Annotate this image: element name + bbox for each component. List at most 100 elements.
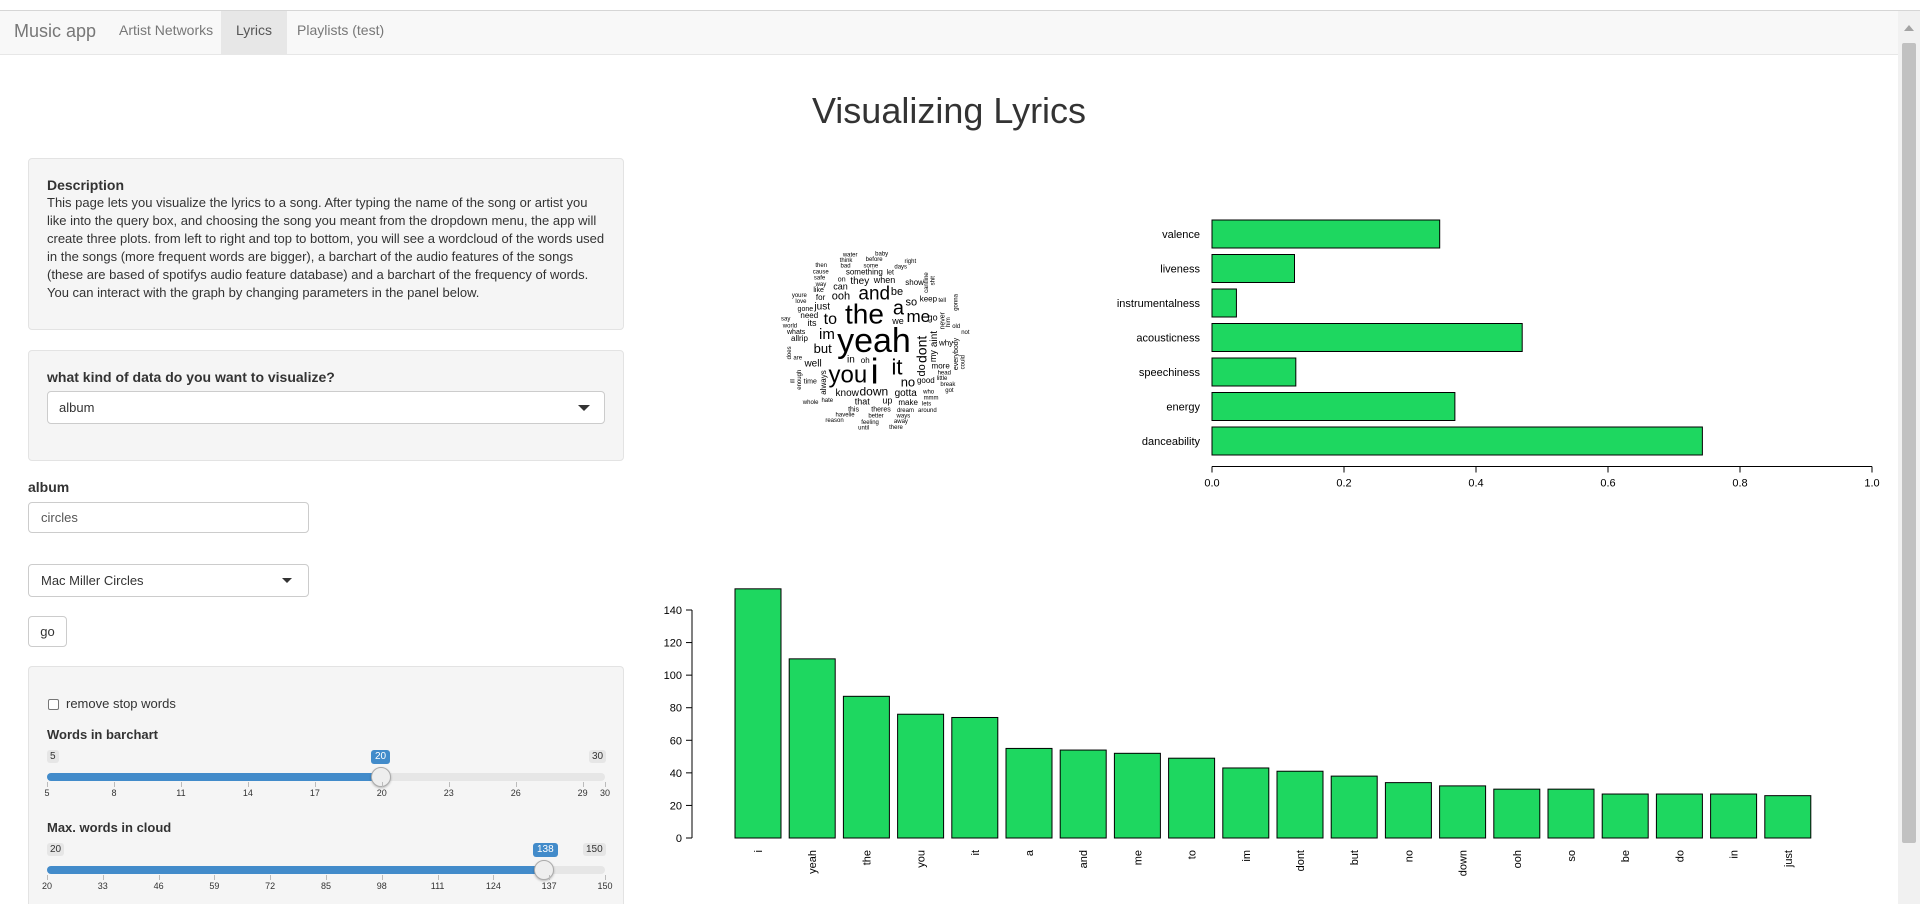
- wordcloud-word: why: [938, 339, 953, 348]
- wordcloud-word: whole: [802, 400, 819, 406]
- slider-tick-mark: [113, 782, 115, 787]
- freq-x-label: im: [1241, 850, 1253, 862]
- freq-y-tick-label: 80: [670, 703, 682, 715]
- slider-tick-mark: [381, 875, 383, 880]
- wordcloud-word: so: [905, 297, 917, 309]
- album-input[interactable]: circles: [28, 502, 309, 533]
- slider-tick-label: 72: [265, 881, 276, 891]
- words-barchart-fill: [47, 773, 382, 781]
- words-cloud-label: Max. words in cloud: [47, 820, 172, 835]
- wordcloud-word: then: [815, 263, 827, 269]
- words-barchart-max: 30: [589, 750, 607, 763]
- page-scrollbar[interactable]: [1898, 11, 1920, 904]
- wordcloud-word: oh: [861, 356, 870, 365]
- slider-tick-mark: [448, 782, 450, 787]
- wordcloud-word: theres: [871, 406, 891, 413]
- feature-label: energy: [1166, 402, 1200, 414]
- words-barchart-label: Words in barchart: [47, 727, 159, 742]
- words-cloud-fill: [47, 866, 545, 874]
- wordcloud-word: lets: [922, 402, 931, 408]
- freq-x-label: but: [1349, 850, 1361, 865]
- feature-bar: [1211, 392, 1456, 421]
- freq-bar: [951, 716, 999, 839]
- wordcloud-word: be: [891, 286, 903, 298]
- wordcloud-word: youre: [792, 293, 808, 299]
- wordcloud-word: on: [838, 276, 846, 283]
- wordcloud-word: there: [889, 425, 903, 431]
- data-type-selected: album: [59, 400, 95, 415]
- freq-y-tick-label: 100: [664, 670, 682, 682]
- slider-tick-mark: [270, 875, 272, 880]
- freq-y-tick-label: 120: [664, 638, 682, 650]
- wordcloud-word: in: [847, 355, 855, 366]
- description-text: This page lets you visualize the lyrics …: [47, 195, 605, 300]
- wordcloud-word: make: [898, 398, 918, 407]
- feature-label: speechiness: [1139, 367, 1201, 379]
- freq-x-label: down: [1458, 850, 1470, 876]
- wordcloud-word: no: [901, 374, 915, 389]
- freq-bar: [1059, 749, 1107, 839]
- go-button[interactable]: go: [28, 616, 67, 647]
- scroll-up-arrow-icon[interactable]: [1904, 25, 1914, 31]
- freq-x-label: do: [1674, 850, 1686, 862]
- freq-bar: [788, 658, 836, 839]
- slider-tick-mark: [247, 782, 249, 787]
- slider-tick-mark: [605, 875, 606, 880]
- chevron-down-icon: [282, 578, 292, 583]
- slider-tick-mark: [582, 782, 584, 787]
- slider-tick-label: 124: [485, 881, 501, 891]
- remove-stop-words-checkbox[interactable]: [48, 699, 59, 710]
- wordcloud-word: water: [842, 252, 858, 258]
- wordcloud-word: world: [782, 323, 797, 329]
- album-label: album: [28, 479, 70, 495]
- slider-tick-mark: [515, 782, 517, 787]
- slider-tick-label: 5: [44, 788, 50, 798]
- wordcloud-word: around: [918, 408, 937, 414]
- navbar-brand[interactable]: Music app: [14, 21, 96, 42]
- freq-x-label: no: [1403, 850, 1415, 862]
- freq-x-label: to: [1187, 850, 1199, 859]
- data-type-select[interactable]: album: [47, 391, 605, 424]
- album-select[interactable]: Mac Miller Circles: [28, 564, 309, 597]
- tab-playlists[interactable]: Playlists (test): [282, 11, 399, 54]
- freq-bar: [1439, 785, 1487, 839]
- wordcloud-word: cause: [813, 270, 830, 276]
- wordcloud-word: old: [952, 324, 960, 330]
- words-cloud-handle[interactable]: [534, 860, 554, 880]
- freq-y-tick-label: 40: [670, 768, 682, 780]
- slider-tick-mark: [437, 875, 439, 880]
- freq-bar: [1113, 752, 1161, 839]
- freq-y-tick-label: 20: [670, 800, 682, 812]
- freq-bar: [1168, 757, 1216, 839]
- wordcloud-word: hate: [821, 398, 833, 404]
- scrollbar-thumb[interactable]: [1902, 43, 1916, 843]
- feature-bar: [1211, 219, 1441, 249]
- tab-lyrics[interactable]: Lyrics: [221, 11, 288, 54]
- slider-tick-label: 46: [153, 881, 164, 891]
- wordcloud-word: does: [787, 346, 793, 359]
- wordcloud-word: ooh: [832, 291, 850, 303]
- slider-tick-mark: [158, 875, 160, 880]
- freq-x-label: be: [1620, 850, 1632, 862]
- tab-artist-networks[interactable]: Artist Networks: [104, 11, 228, 54]
- freq-bar: [897, 713, 945, 839]
- freq-y-tick-label: 60: [670, 735, 682, 747]
- wordcloud-word: good: [917, 376, 935, 385]
- freq-x-label: just: [1783, 850, 1795, 868]
- freq-bar: [734, 588, 782, 839]
- wordcloud-word: right: [904, 259, 916, 265]
- slider-tick-label: 23: [443, 788, 454, 798]
- page-title: Visualizing Lyrics: [811, 90, 1087, 131]
- wordcloud-word: could: [960, 355, 966, 369]
- feature-bar: [1211, 357, 1297, 387]
- wordcloud-word: baby: [875, 251, 888, 257]
- slider-tick-label: 33: [97, 881, 108, 891]
- slider-tick-label: 150: [597, 881, 613, 891]
- slider-tick-label: 137: [541, 881, 557, 891]
- description-panel: Description This page lets you visualize…: [28, 158, 624, 330]
- slider-tick-mark: [102, 875, 104, 880]
- wordcloud-word: are: [793, 355, 802, 361]
- wordcloud-word: before: [866, 257, 884, 263]
- wordcloud-word: gonna: [954, 293, 960, 310]
- wordcloud-word: but: [814, 341, 832, 356]
